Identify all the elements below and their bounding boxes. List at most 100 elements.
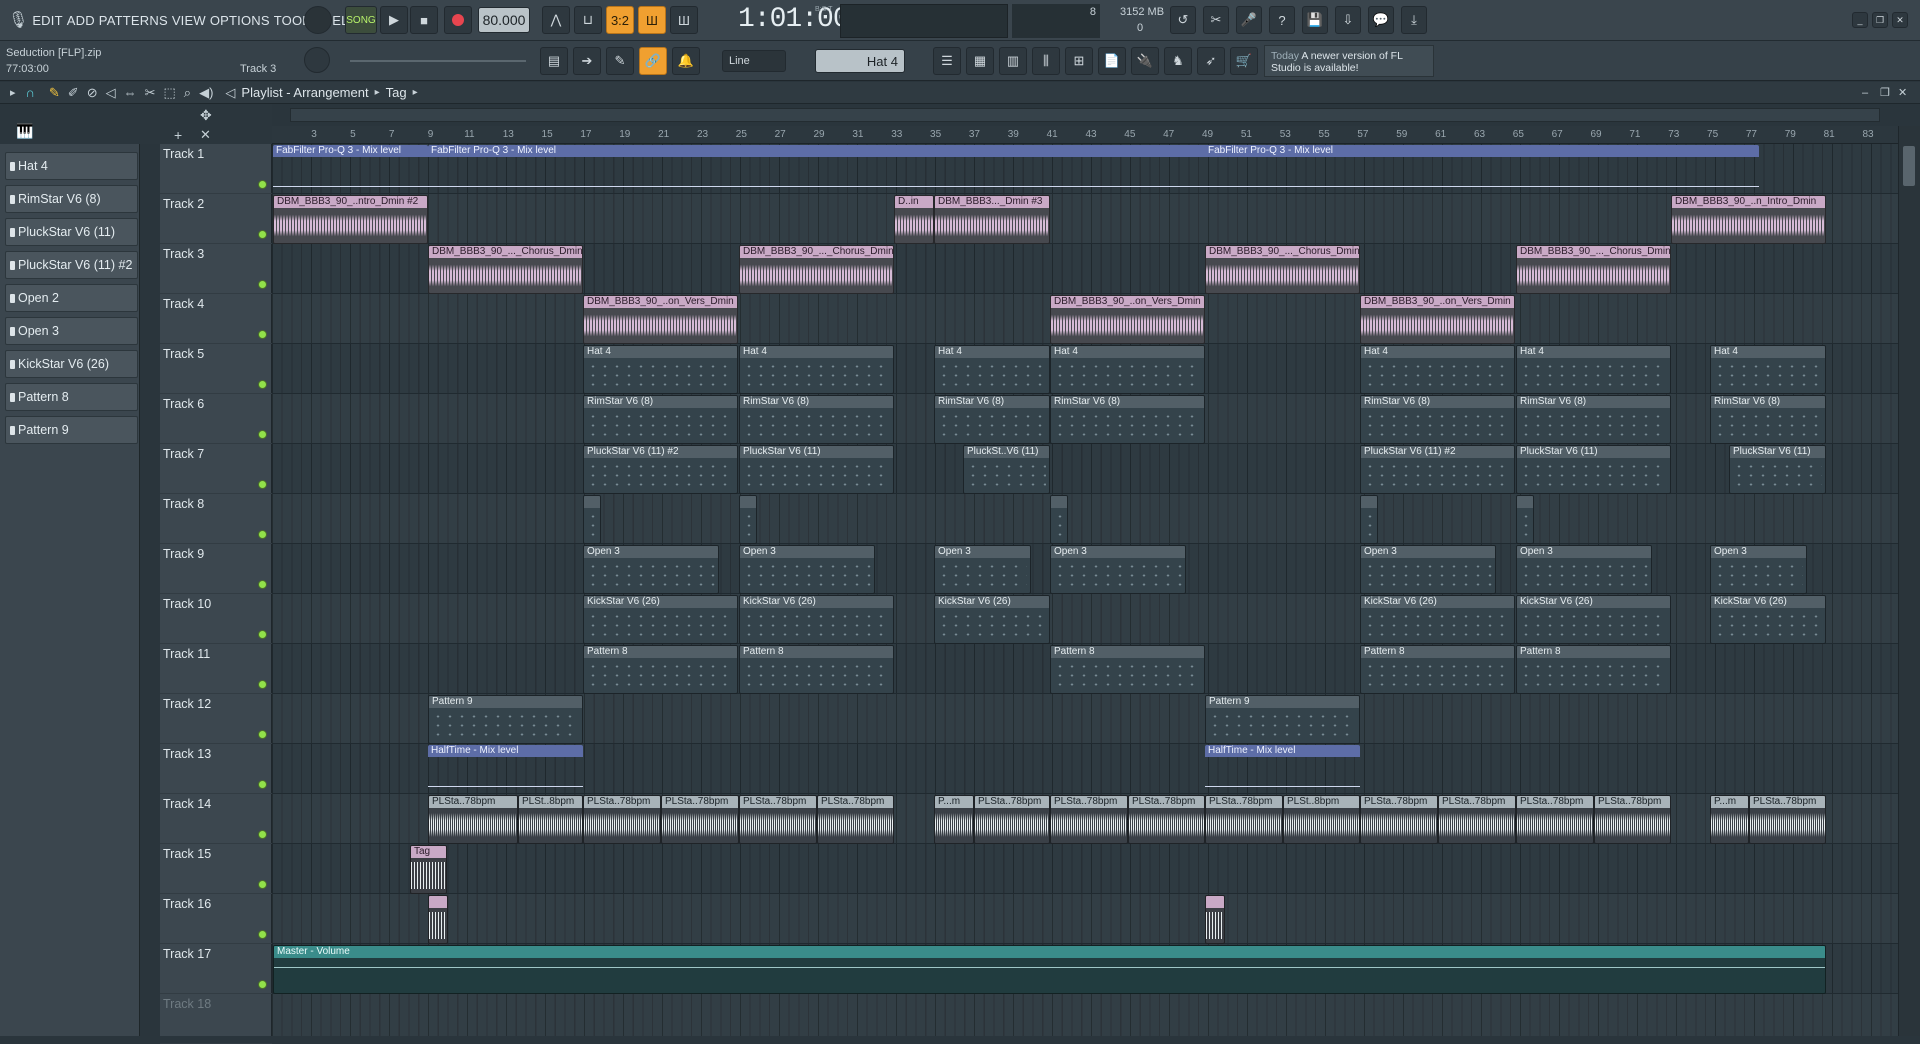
track-lane[interactable] [272, 494, 1898, 544]
bell-icon[interactable]: 🔔 [672, 47, 700, 75]
mute-tool-icon[interactable]: ◁ [106, 85, 116, 100]
pattern-clip[interactable]: RimStar V6 (8) [1050, 395, 1205, 444]
track-header[interactable]: Track 18 [160, 994, 272, 1044]
picker-item[interactable]: Hat 4 [5, 152, 138, 180]
pattern-clip[interactable]: Pattern 8 [1360, 645, 1515, 694]
track-enable-led[interactable] [258, 280, 267, 289]
play-button[interactable]: ▶ [380, 6, 408, 34]
brush-tool-icon[interactable]: ✐ [68, 85, 79, 100]
track-header[interactable]: Track 12 [160, 694, 272, 744]
playlist-grid[interactable]: FabFilter Pro-Q 3 - Mix level FabFilter P… [272, 144, 1898, 1036]
audio-clip[interactable] [428, 895, 448, 944]
automation-clip[interactable]: HalfTime - Mix level [428, 745, 583, 794]
track-lane[interactable] [272, 844, 1898, 894]
plugin-icon[interactable]: 🔌 [1131, 47, 1159, 75]
mic-icon[interactable]: 🎤 [1236, 6, 1262, 34]
track-enable-led[interactable] [258, 630, 267, 639]
track-header[interactable]: Track 16 [160, 894, 272, 944]
pattern-clip[interactable]: PluckStar V6 (11) [1516, 445, 1671, 494]
pattern-clip[interactable]: RimStar V6 (8) [1360, 395, 1515, 444]
audio-clip[interactable]: PLSta..78bpm [1594, 795, 1671, 844]
automation-clip[interactable]: FabFilter Pro-Q 3 - Mix level [273, 145, 428, 194]
audio-clip[interactable]: D..in [894, 195, 934, 244]
audio-clip[interactable]: DBM_BBB3_90_..._Chorus_Dmin [739, 245, 894, 294]
pattern-clip[interactable]: KickStar V6 (26) [934, 595, 1050, 644]
blend-notes-button[interactable]: Ш [638, 6, 666, 34]
snap-select[interactable]: Line [722, 50, 786, 72]
save-icon[interactable]: 💾 [1302, 6, 1328, 34]
track-enable-led[interactable] [258, 530, 267, 539]
close-icon[interactable]: ✕ [1892, 12, 1908, 28]
tempo-display[interactable]: 80.000 [478, 7, 530, 33]
pattern-clip[interactable]: Open 3 [1050, 545, 1186, 594]
audio-clip[interactable]: DBM_BBB3_90_..._Chorus_Dmin [428, 245, 583, 294]
pattern-clip[interactable]: Open 3 [1516, 545, 1652, 594]
step-sequencer-icon[interactable]: ▦ [966, 47, 994, 75]
playlist-close-icon[interactable]: ✕ [1898, 86, 1907, 100]
audio-clip[interactable]: PLSta..78bpm [817, 795, 894, 844]
song-mode-toggle[interactable]: SONG [345, 6, 377, 34]
slice-tool-icon[interactable]: ✂ [145, 85, 156, 100]
picker-item[interactable]: PluckStar V6 (11) [5, 218, 138, 246]
audio-clip[interactable]: DBM_BBB3..._Dmin #3 [934, 195, 1050, 244]
track-enable-led[interactable] [258, 780, 267, 789]
track-enable-led[interactable] [258, 430, 267, 439]
audio-clip[interactable]: PLSta..78bpm [1360, 795, 1438, 844]
track-header[interactable]: Track 1 [160, 144, 272, 194]
pattern-clip[interactable]: RimStar V6 (8) [739, 395, 894, 444]
pencil-tool-icon[interactable]: ✎ [49, 85, 60, 100]
pitch-knob[interactable] [304, 47, 330, 73]
arrow-right-icon[interactable]: ➔ [573, 47, 601, 75]
track-header[interactable]: Track 14 [160, 794, 272, 844]
cut-icon[interactable]: ✂ [1203, 6, 1229, 34]
pattern-clip[interactable]: Hat 4 [934, 345, 1050, 394]
pattern-clip[interactable]: KickStar V6 (26) [1360, 595, 1515, 644]
mixer-icon[interactable]: ⫼ [1032, 47, 1060, 75]
picker-item[interactable]: Pattern 8 [5, 383, 138, 411]
news-panel[interactable]: Today A newer version of FL Studio is av… [1264, 45, 1434, 77]
pattern-clip[interactable]: Hat 4 [583, 345, 738, 394]
pattern-clip[interactable]: Open 3 [1360, 545, 1496, 594]
track-enable-led[interactable] [258, 980, 267, 989]
pattern-clip[interactable]: Open 3 [934, 545, 1031, 594]
pattern-clip[interactable]: Hat 4 [1516, 345, 1671, 394]
track-enable-led[interactable] [258, 330, 267, 339]
metronome-button[interactable]: ⋀ [542, 6, 570, 34]
pattern-clip[interactable]: KickStar V6 (26) [1710, 595, 1826, 644]
track-header[interactable]: Track 3 [160, 244, 272, 294]
audio-clip[interactable]: PLSta..78bpm [1128, 795, 1205, 844]
track-header[interactable]: Track 10 [160, 594, 272, 644]
timeline-ruler[interactable]: 3 5 7 9 11 13 15 17 19 21 23 25 27 29 31 33 35 37 39 41 43 45… [272, 126, 1898, 144]
minimize-icon[interactable]: _ [1852, 12, 1868, 28]
time-display[interactable]: 1:01:00 [738, 4, 850, 36]
piano-icon[interactable]: 🎹 [16, 124, 33, 138]
vertical-scroll-thumb[interactable] [1903, 146, 1915, 186]
zoom-tool-icon[interactable]: ⌕ [184, 85, 191, 100]
wait-for-input-button[interactable]: ⊔ [574, 6, 602, 34]
download-icon[interactable]: ⤓ [1401, 6, 1427, 34]
play-arrow-icon[interactable]: ▸ [10, 86, 16, 100]
help-icon[interactable]: ? [1269, 6, 1295, 34]
track-header[interactable]: Track 11 [160, 644, 272, 694]
audio-clip[interactable]: PLSta..78bpm [1205, 795, 1283, 844]
pattern-clip[interactable]: RimStar V6 (8) [934, 395, 1050, 444]
magnet-icon[interactable]: ∩ [26, 85, 35, 100]
file-icon[interactable]: 📄 [1098, 47, 1126, 75]
track-enable-led[interactable] [258, 680, 267, 689]
pattern-clip[interactable] [1360, 495, 1378, 544]
export-icon[interactable]: ⇩ [1335, 6, 1361, 34]
audio-clip[interactable]: PLSta..78bpm [1050, 795, 1128, 844]
loop-record-button[interactable]: Ш [670, 6, 698, 34]
link-icon[interactable]: 🔗 [639, 47, 667, 75]
pattern-clip[interactable] [1516, 495, 1534, 544]
pattern-clip[interactable]: PluckStar V6 (11) [739, 445, 894, 494]
pattern-clip[interactable]: Hat 4 [739, 345, 894, 394]
picker-item[interactable]: RimStar V6 (8) [5, 185, 138, 213]
record-button[interactable] [444, 6, 472, 34]
pattern-clip[interactable]: KickStar V6 (26) [739, 595, 894, 644]
track-lane[interactable] [272, 194, 1898, 244]
track-header[interactable]: Track 17 [160, 944, 272, 994]
pattern-clip[interactable]: KickStar V6 (26) [1516, 595, 1671, 644]
menu-options[interactable]: OPTIONS [210, 13, 270, 28]
pattern-clip[interactable]: PluckSt..V6 (11) [963, 445, 1050, 494]
